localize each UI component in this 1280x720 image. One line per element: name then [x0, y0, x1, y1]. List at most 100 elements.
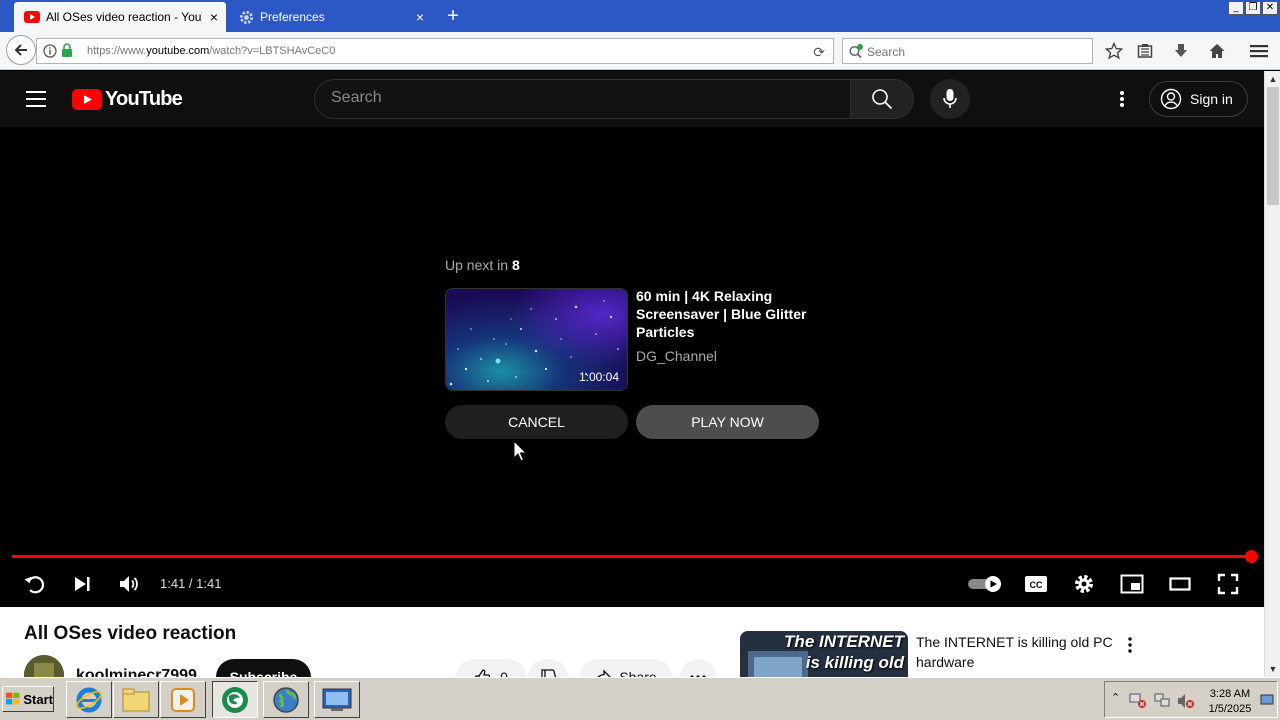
browser-app-icon	[222, 686, 248, 713]
video-info-section: All OSes video reaction koolminecr7999 S…	[0, 607, 1264, 677]
channel-name[interactable]: koolminecr7999	[76, 667, 197, 677]
tray-expand-icon[interactable]: ⌃	[1111, 691, 1120, 704]
bookmarks-library-icon[interactable]	[1135, 41, 1155, 61]
sign-in-button[interactable]: Sign in	[1149, 81, 1248, 117]
back-button[interactable]	[6, 35, 36, 65]
vertical-dots-icon	[1128, 637, 1132, 653]
thumbnail-line-1: The INTERNET	[784, 632, 904, 651]
youtube-search-input[interactable]	[331, 89, 831, 107]
up-next-title[interactable]: 60 min | 4K Relaxing Screensaver | Blue …	[636, 287, 826, 341]
file-explorer-taskbar-button[interactable]	[113, 681, 159, 718]
share-button[interactable]: Share	[580, 659, 672, 677]
fullscreen-button[interactable]	[1214, 570, 1242, 598]
play-now-button[interactable]: PLAY NOW	[636, 405, 819, 439]
channel-avatar[interactable]	[24, 655, 64, 677]
youtube-search-button[interactable]	[850, 79, 914, 119]
gear-icon	[238, 9, 254, 25]
clock-date[interactable]: 1/5/2025	[1205, 703, 1255, 715]
url-bar[interactable]: https://www.youtube.com/watch?v=LBTSHAvC…	[36, 38, 834, 64]
clock-time[interactable]: 3:28 AM	[1205, 688, 1255, 700]
subtitles-button[interactable]: CC	[1022, 570, 1050, 598]
minimize-button[interactable]: _	[1228, 1, 1244, 15]
scrollbar-thumb[interactable]	[1267, 87, 1279, 205]
hamburger-menu-icon[interactable]	[1249, 41, 1269, 61]
show-desktop-icon[interactable]	[1260, 694, 1274, 706]
url-domain: youtube.com	[146, 45, 210, 57]
windows-flag-icon	[6, 692, 20, 705]
system-tray: ⌃ 3:28 AM 1/5/2025	[1104, 681, 1278, 718]
bookmark-star-icon[interactable]	[1104, 41, 1124, 61]
url-text[interactable]: https://www.youtube.com/watch?v=LBTSHAvC…	[87, 45, 335, 57]
dislike-button[interactable]	[528, 659, 568, 677]
browser-search-box[interactable]	[842, 38, 1093, 64]
theater-mode-icon	[1169, 577, 1191, 591]
media-player-icon	[171, 687, 195, 712]
autoplay-toggle[interactable]	[966, 570, 1004, 598]
svg-text:CC: CC	[1030, 580, 1043, 590]
youtube-logo[interactable]: YouTube	[72, 88, 183, 111]
guide-menu-icon[interactable]	[26, 90, 46, 113]
like-button[interactable]: 0	[456, 659, 526, 677]
info-icon[interactable]	[43, 44, 57, 58]
download-icon[interactable]	[1171, 41, 1191, 61]
like-count: 0	[500, 669, 508, 677]
voice-search-button[interactable]	[930, 79, 970, 119]
thumbnail-line-2: is killing old	[805, 653, 904, 672]
next-video-button[interactable]	[68, 570, 96, 598]
settings-more-button[interactable]	[1110, 87, 1134, 111]
tab-youtube[interactable]: All OSes video reaction - YouTube ×	[14, 2, 226, 32]
internet-explorer-taskbar-button[interactable]	[66, 681, 112, 718]
new-tab-button[interactable]: +	[442, 4, 464, 28]
more-actions-button[interactable]	[680, 659, 716, 677]
share-icon	[597, 669, 612, 677]
network-icon[interactable]	[1153, 693, 1171, 709]
recommended-video-menu-button[interactable]	[1120, 635, 1140, 655]
sign-in-label: Sign in	[1190, 91, 1233, 107]
globe-icon	[273, 686, 299, 713]
theater-mode-button[interactable]	[1166, 570, 1194, 598]
globe-app-taskbar-button[interactable]	[263, 681, 309, 718]
youtube-search-box[interactable]	[314, 79, 851, 119]
scroll-down-arrow-icon[interactable]: ▼	[1265, 661, 1280, 677]
tab-close-icon[interactable]: ×	[408, 9, 432, 25]
browser-taskbar-button[interactable]	[212, 681, 258, 718]
lock-icon[interactable]	[61, 43, 73, 58]
recommended-video-thumbnail[interactable]: The INTERNET is killing old	[740, 631, 908, 677]
start-button[interactable]: Start	[2, 686, 54, 712]
url-prefix: https://www.	[87, 45, 147, 57]
recommended-video-title[interactable]: The INTERNET is killing old PC hardware	[916, 632, 1120, 672]
replay-button[interactable]	[21, 570, 49, 598]
tab-title: All OSes video reaction - YouTube	[46, 10, 202, 24]
browser-search-input[interactable]	[867, 45, 1077, 59]
miniplayer-button[interactable]	[1118, 570, 1146, 598]
scroll-up-arrow-icon[interactable]: ▲	[1265, 71, 1280, 87]
tab-preferences[interactable]: Preferences ×	[228, 2, 432, 32]
browser-nav-bar: https://www.youtube.com/watch?v=LBTSHAvC…	[0, 32, 1280, 70]
youtube-logo-text: YouTube	[105, 88, 183, 110]
network-error-icon[interactable]	[1129, 693, 1147, 709]
up-next-label: Up next in	[445, 257, 509, 273]
subscribe-button[interactable]: Subscribe	[216, 659, 311, 677]
media-player-taskbar-button[interactable]	[160, 681, 206, 718]
progress-scrubber[interactable]	[1245, 550, 1258, 563]
progress-bar[interactable]	[12, 550, 1258, 563]
vertical-dots-icon	[1120, 91, 1124, 107]
video-player[interactable]: Up next in 8 1:00:04 60 min | 4K Relaxin…	[0, 127, 1264, 607]
search-engine-icon[interactable]	[848, 43, 864, 59]
close-window-button[interactable]: ✕	[1262, 1, 1278, 15]
tab-close-icon[interactable]: ×	[202, 9, 226, 25]
cancel-autoplay-button[interactable]: CANCEL	[445, 405, 628, 439]
up-next-seconds: 8	[511, 257, 520, 273]
autoplay-toggle-icon	[968, 576, 1001, 592]
reload-icon[interactable]: ⟳	[813, 44, 825, 61]
home-icon[interactable]	[1207, 41, 1227, 61]
mute-button[interactable]	[115, 570, 143, 598]
page-scrollbar[interactable]: ▲ ▼	[1264, 71, 1280, 677]
up-next-thumbnail[interactable]: 1:00:04	[445, 288, 628, 391]
settings-button[interactable]	[1070, 570, 1098, 598]
display-settings-taskbar-button[interactable]	[314, 681, 360, 718]
volume-muted-icon[interactable]	[1177, 693, 1195, 709]
replay-icon	[24, 576, 45, 594]
restore-button[interactable]: ❐	[1245, 1, 1261, 15]
miniplayer-icon	[1120, 574, 1144, 594]
